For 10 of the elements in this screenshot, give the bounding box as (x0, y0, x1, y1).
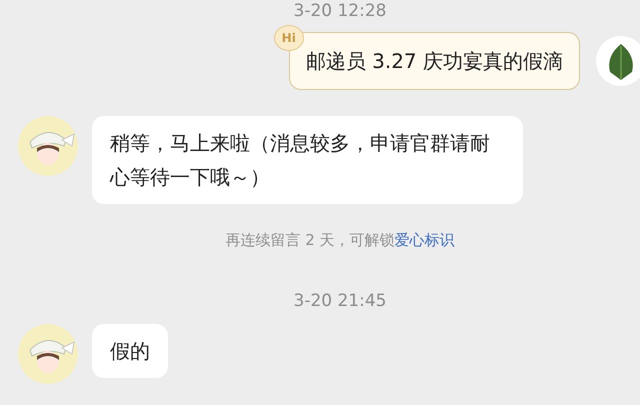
leaf-avatar-icon (596, 36, 640, 86)
streak-notice: 再连续留言 2 天，可解锁爱心标识 (225, 230, 455, 250)
message-timestamp: 3-20 21:45 (294, 290, 386, 312)
message-timestamp: 3-20 12:28 (294, 0, 386, 22)
cartoon-avatar-icon (18, 324, 78, 384)
heart-badge-link[interactable]: 爱心标识 (394, 231, 455, 249)
hi-badge: Hi (274, 25, 304, 51)
received-message-bubble: 假的 (92, 324, 168, 378)
cartoon-avatar-icon (18, 116, 78, 176)
received-message-bubble: 稍等，马上来啦（消息较多，申请官群请耐心等待一下哦～） (92, 116, 523, 204)
